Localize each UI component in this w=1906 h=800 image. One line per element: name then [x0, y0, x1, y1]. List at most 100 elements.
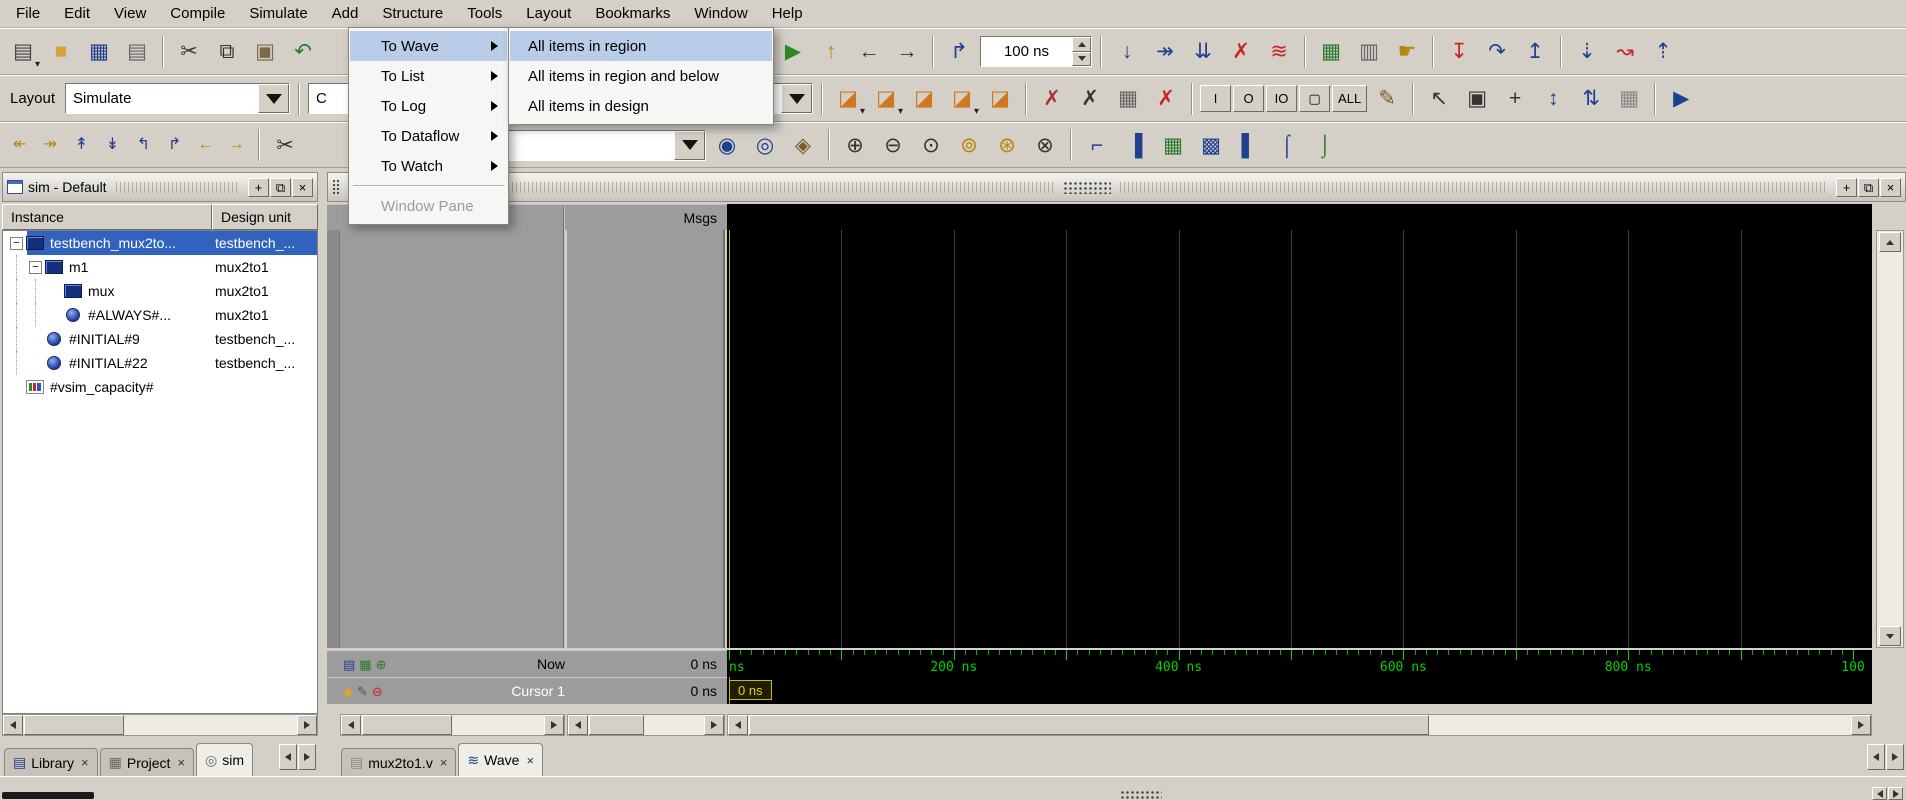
step-out-button[interactable]: ↥: [1517, 34, 1553, 70]
clear-window-button[interactable]: ✗: [1148, 81, 1184, 117]
tab-sim[interactable]: ◎ sim: [196, 743, 254, 776]
collapse-all-button[interactable]: ▩: [1193, 127, 1229, 163]
lock-cursor-icon[interactable]: ◆: [343, 685, 353, 698]
virtual-signal-button[interactable]: ⌡: [1307, 127, 1343, 163]
timeline-scrollbar[interactable]: [727, 714, 1872, 736]
close-tab-icon[interactable]: ×: [81, 755, 89, 770]
menu-item-to-dataflow[interactable]: To Dataflow: [350, 121, 507, 151]
scrollbar-thumb[interactable]: [362, 715, 452, 735]
cursor-left-button[interactable]: ←: [191, 130, 220, 160]
tree-row[interactable]: − testbench_mux2to... testbench_...: [3, 231, 317, 255]
wave-cursor-line[interactable]: [729, 230, 730, 648]
scroll-down-button[interactable]: [1879, 626, 1901, 646]
titlebar-drag-dots[interactable]: [1063, 180, 1111, 194]
break-button[interactable]: ✗: [1223, 34, 1259, 70]
tree-row[interactable]: #INITIAL#22 testbench_...: [3, 351, 317, 375]
add-to-watch-button[interactable]: ◪: [982, 81, 1018, 117]
print-button[interactable]: ▤: [119, 34, 155, 70]
scrollbar-thumb[interactable]: [24, 715, 124, 735]
timeline-ruler[interactable]: ns 200 ns 400 ns 600 ns 800 ns 100: [727, 650, 1872, 677]
menu-item-all-items-in-design[interactable]: All items in design: [510, 91, 772, 121]
stretch-time-button[interactable]: ↕: [1535, 81, 1571, 117]
add-to-wave-button[interactable]: ◪ ▾: [830, 81, 866, 117]
prev-falling-edge-button[interactable]: ↰: [129, 130, 158, 160]
menu-window[interactable]: Window: [682, 1, 759, 26]
expand-all-button[interactable]: ▦: [1155, 127, 1191, 163]
edit-cursor-icon[interactable]: ✎: [357, 685, 368, 698]
menu-item-to-log[interactable]: To Log: [350, 91, 507, 121]
scroll-right-button[interactable]: [544, 715, 564, 735]
values-scrollbar[interactable]: [567, 714, 725, 736]
paste-button[interactable]: ▣: [247, 34, 283, 70]
add-to-list-button[interactable]: ◪ ▾: [868, 81, 904, 117]
tab-scroll-right-button[interactable]: [1886, 744, 1904, 770]
stop-button[interactable]: ≋: [1261, 34, 1297, 70]
wave-canvas[interactable]: [727, 230, 1872, 648]
wave-names-column[interactable]: [340, 230, 565, 648]
zoom-range-button[interactable]: ⊛: [989, 127, 1025, 163]
filter-out-button[interactable]: O: [1233, 85, 1265, 112]
cut-signal-button[interactable]: ✂: [267, 127, 303, 163]
layout-combo-arrow[interactable]: [258, 84, 290, 113]
sim-panel-titlebar[interactable]: sim - Default + ⧉ ×: [2, 172, 318, 202]
zoom-in-button[interactable]: ⊕: [837, 127, 873, 163]
column-header-instance[interactable]: Instance: [2, 204, 212, 230]
open-file-button[interactable]: ■: [43, 34, 79, 70]
scrollbar-thumb[interactable]: [749, 715, 1429, 735]
zoom-mode-button[interactable]: ▣: [1459, 81, 1495, 117]
dataflow-window-button[interactable]: ▦: [1313, 34, 1349, 70]
find-button[interactable]: ◉: [709, 127, 745, 163]
close-tab-icon[interactable]: ×: [177, 755, 185, 770]
tree-row[interactable]: #INITIAL#9 testbench_...: [3, 327, 317, 351]
scroll-left-button[interactable]: [341, 715, 361, 735]
filter-internal-button[interactable]: ▢: [1299, 85, 1331, 112]
show-drivers-icon[interactable]: ▤: [343, 658, 355, 671]
instance-tree[interactable]: − testbench_mux2to... testbench_... − m1 mux2…: [2, 230, 318, 714]
scroll-right-button[interactable]: [1851, 715, 1871, 735]
run-length-field-spin-down[interactable]: [1072, 51, 1091, 66]
run-length-field-spin-up[interactable]: [1072, 37, 1091, 52]
zoom-full-button[interactable]: ⊙: [913, 127, 949, 163]
add-button[interactable]: +: [248, 177, 269, 197]
scroll-right-button[interactable]: [1888, 787, 1903, 800]
close-button[interactable]: ×: [1880, 177, 1901, 197]
tree-row[interactable]: #vsim_capacity#: [3, 375, 317, 399]
examine-button[interactable]: ☛: [1389, 34, 1425, 70]
tab-scroll-left-button[interactable]: [279, 744, 297, 770]
environment-back-button[interactable]: ←: [851, 34, 887, 70]
menu-bookmarks[interactable]: Bookmarks: [583, 1, 682, 26]
wave-vertical-scrollbar[interactable]: [1876, 230, 1904, 648]
zoom-last-button[interactable]: ⊗: [1027, 127, 1063, 163]
cut-button[interactable]: ✂: [171, 34, 207, 70]
undock-button[interactable]: ⧉: [1858, 177, 1879, 197]
cursor-label[interactable]: Cursor 1: [437, 683, 565, 699]
tab-project[interactable]: ▦ Project ×: [99, 748, 195, 776]
close-tab-icon[interactable]: ×: [526, 753, 534, 768]
cursor-right-button[interactable]: →: [222, 130, 251, 160]
cursor-track[interactable]: 0 ns: [727, 677, 1872, 704]
cursor-time-box[interactable]: 0 ns: [729, 680, 772, 700]
copy-button[interactable]: ⧉: [209, 34, 245, 70]
continue-run-button[interactable]: ↠: [1147, 34, 1183, 70]
environment-forward-button[interactable]: →: [889, 34, 925, 70]
close-button[interactable]: ×: [292, 177, 313, 197]
menu-help[interactable]: Help: [760, 1, 815, 26]
undo-button[interactable]: ↶: [285, 34, 321, 70]
column-header-design-unit[interactable]: Design unit: [212, 204, 318, 230]
menu-simulate[interactable]: Simulate: [237, 1, 319, 26]
run-button[interactable]: ↓: [1109, 34, 1145, 70]
tab-mux2to1-v[interactable]: ▤ mux2to1.v ×: [341, 748, 457, 776]
step-out-current-button[interactable]: ⇡: [1645, 34, 1681, 70]
filter-all-button[interactable]: ALL: [1332, 85, 1368, 112]
find-next-button[interactable]: ◎: [747, 127, 783, 163]
tree-expander[interactable]: −: [29, 260, 42, 274]
zoom-cursor-button[interactable]: ⊚: [951, 127, 987, 163]
menu-layout[interactable]: Layout: [514, 1, 583, 26]
wave-values-column[interactable]: [567, 230, 725, 648]
zoom-out-button[interactable]: ⊖: [875, 127, 911, 163]
select-mode-button[interactable]: ↖: [1421, 81, 1457, 117]
step-into-button[interactable]: ↧: [1441, 34, 1477, 70]
scroll-left-button[interactable]: [728, 715, 748, 735]
tab-wave[interactable]: ≋ Wave ×: [458, 743, 544, 776]
find-combo-arrow[interactable]: [674, 130, 705, 160]
